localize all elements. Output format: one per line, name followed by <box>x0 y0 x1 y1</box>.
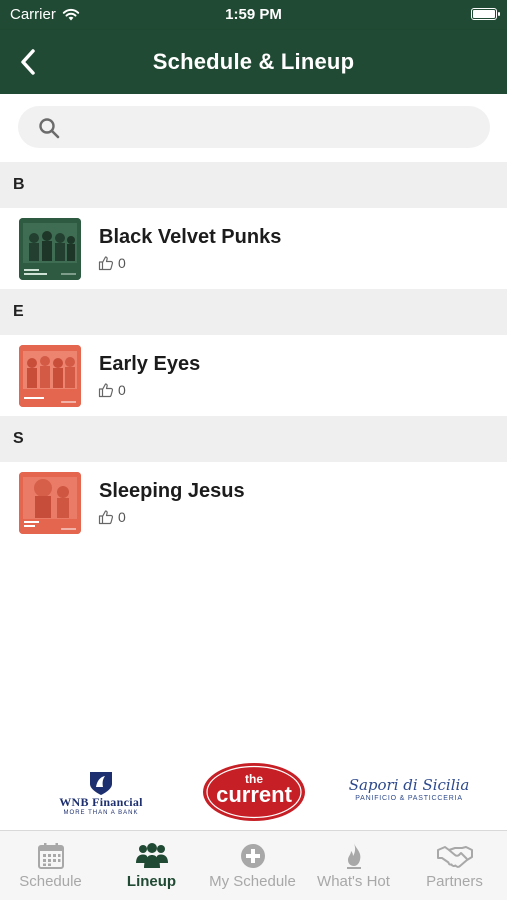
artist-thumbnail <box>19 345 81 407</box>
tab-bar: Schedule Lineup My Schedule What's Hot P… <box>0 830 507 900</box>
search-bar-container <box>0 94 507 162</box>
sapori-sub: PANIFICIO & PASTICCERIA <box>355 795 463 802</box>
flame-icon <box>346 843 361 869</box>
artist-thumbnail <box>19 472 81 534</box>
artist-name: Black Velvet Punks <box>99 226 282 248</box>
tab-label: Partners <box>426 873 483 890</box>
the-current-logo[interactable]: the current <box>202 762 306 822</box>
artist-row-early-eyes[interactable]: Early Eyes 0 <box>0 335 507 416</box>
like-count[interactable]: 0 <box>98 382 126 398</box>
tab-schedule[interactable]: Schedule <box>0 831 101 901</box>
like-count-value: 0 <box>118 382 126 398</box>
like-count[interactable]: 0 <box>98 509 126 525</box>
search-field[interactable] <box>18 106 490 150</box>
sapori-di-sicilia-logo[interactable]: Sapori di Sicilia PANIFICIO & PASTICCERI… <box>336 776 482 812</box>
wnb-name: WNB Financial <box>59 795 143 809</box>
nav-bar: Schedule & Lineup <box>0 30 507 94</box>
wnb-tagline: MORE THAN A BANK <box>63 810 139 816</box>
band-photo-image <box>19 472 81 534</box>
section-header-s: S <box>0 416 507 462</box>
thumbs-up-icon <box>98 510 114 525</box>
sponsor-banner: WNB Financial MORE THAN A BANK the curre… <box>0 756 507 830</box>
artist-name: Early Eyes <box>99 353 201 375</box>
calendar-icon <box>37 843 64 869</box>
search-icon <box>39 118 60 139</box>
status-bar: Carrier 1:59 PM <box>0 0 507 30</box>
section-header-e: E <box>0 289 507 335</box>
tab-partners[interactable]: Partners <box>404 831 505 901</box>
artist-thumbnail <box>19 218 81 280</box>
thumbs-up-icon <box>98 383 114 398</box>
band-photo-image <box>19 345 81 407</box>
wnb-shield-icon <box>90 772 112 795</box>
artist-row-sleeping-jesus[interactable]: Sleeping Jesus 0 <box>0 462 507 543</box>
section-header-b: B <box>0 162 507 208</box>
artist-row-black-velvet-punks[interactable]: Black Velvet Punks 0 <box>0 208 507 289</box>
current-logo-word: current <box>216 782 292 807</box>
tab-lineup[interactable]: Lineup <box>101 831 202 901</box>
page-title: Schedule & Lineup <box>152 49 355 74</box>
band-photo-image <box>19 218 81 280</box>
handshake-icon <box>436 846 473 868</box>
tab-my-schedule[interactable]: My Schedule <box>202 831 303 901</box>
search-input[interactable] <box>70 106 474 150</box>
like-count-value: 0 <box>118 509 126 525</box>
tab-whats-hot[interactable]: What's Hot <box>303 831 404 901</box>
sapori-script: Sapori di Sicilia <box>348 776 470 794</box>
status-time: 1:59 PM <box>225 6 282 23</box>
like-count[interactable]: 0 <box>98 255 126 271</box>
people-icon <box>135 843 168 868</box>
like-count-value: 0 <box>118 255 126 271</box>
artist-name: Sleeping Jesus <box>99 480 245 502</box>
plus-circle-icon <box>240 844 265 868</box>
battery-icon <box>471 8 500 20</box>
thumbs-up-icon <box>98 256 114 271</box>
wnb-financial-logo[interactable]: WNB Financial MORE THAN A BANK <box>48 770 154 820</box>
